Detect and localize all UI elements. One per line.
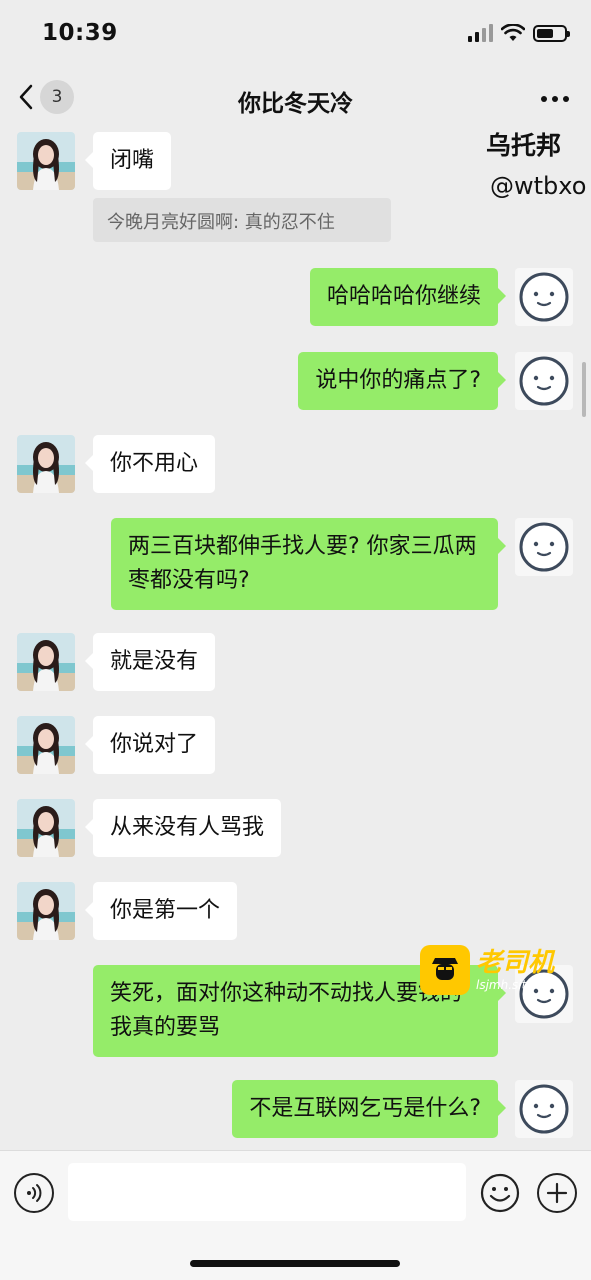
my-avatar[interactable]: [515, 518, 573, 576]
home-indicator[interactable]: [190, 1260, 400, 1267]
battery-icon: [533, 24, 570, 42]
message-input[interactable]: [68, 1163, 466, 1221]
message-bubble-received[interactable]: 你是第一个: [84, 882, 238, 940]
chat-title: 你比冬天冷: [238, 91, 353, 117]
more-icon: [541, 96, 547, 102]
contact-avatar[interactable]: [17, 435, 75, 493]
more-icon-dot: [563, 96, 569, 102]
plus-button[interactable]: [537, 1173, 577, 1213]
message-bubble-sent[interactable]: 不是互联网乞丐是什么?: [232, 1080, 506, 1138]
site-logo: 老司机 lsjmh.site: [420, 945, 554, 995]
cellular-signal-icon: [468, 24, 493, 42]
contact-avatar[interactable]: [17, 716, 75, 774]
contact-photo-icon: [17, 716, 75, 774]
contact-photo-icon: [17, 132, 75, 190]
smiley-avatar-icon: [519, 522, 569, 572]
voice-icon: [27, 1184, 42, 1202]
contact-avatar[interactable]: [17, 882, 75, 940]
smiley-avatar-icon: [519, 1084, 569, 1134]
driver-logo-icon: [420, 945, 470, 995]
message-bubble-received[interactable]: 闭嘴: [84, 132, 172, 190]
watermark-handle: @wtbxo: [490, 172, 587, 200]
contact-photo-icon: [17, 882, 75, 940]
smiley-avatar-icon: [519, 356, 569, 406]
logo-main-text: 老司机: [476, 948, 555, 978]
status-time: 10:39: [42, 20, 118, 46]
my-avatar[interactable]: [515, 352, 573, 410]
contact-avatar[interactable]: [17, 799, 75, 857]
scrollbar[interactable]: [582, 362, 586, 417]
emoji-icon[interactable]: [480, 1173, 520, 1213]
battery-level: [537, 28, 553, 38]
my-avatar[interactable]: [515, 1080, 573, 1138]
status-bar: 10:39: [0, 0, 591, 70]
smiley-avatar-icon: [519, 272, 569, 322]
contact-photo-icon: [17, 799, 75, 857]
message-bubble-sent[interactable]: 说中你的痛点了?: [298, 352, 506, 410]
driver-face-icon: [432, 958, 458, 980]
contact-avatar[interactable]: [17, 633, 75, 691]
plus-icon: [546, 1182, 568, 1204]
watermark-name: 乌托邦: [486, 131, 562, 160]
logo-text: 老司机 lsjmh.site: [476, 948, 554, 992]
more-button[interactable]: [541, 96, 569, 102]
contact-photo-icon: [17, 435, 75, 493]
message-bubble-received[interactable]: 从来没有人骂我: [84, 799, 282, 857]
message-bubble-sent[interactable]: 两三百块都伸手找人要? 你家三瓜两枣都没有吗?: [111, 518, 506, 610]
status-icons: [468, 24, 570, 42]
message-bubble-received[interactable]: 你不用心: [84, 435, 216, 493]
more-icon-dot: [552, 96, 558, 102]
quoted-message[interactable]: 今晚月亮好圆啊: 真的忍不住: [93, 198, 391, 242]
logo-sub-text: lsjmh.site: [476, 978, 534, 992]
contact-photo-icon: [17, 633, 75, 691]
message-bubble-received[interactable]: 就是没有: [84, 633, 216, 691]
contact-avatar[interactable]: [17, 132, 75, 190]
wifi-icon: [501, 24, 525, 41]
message-bubble-received[interactable]: 你说对了: [84, 716, 216, 774]
my-avatar[interactable]: [515, 268, 573, 326]
message-bubble-sent[interactable]: 哈哈哈哈你继续: [309, 268, 507, 326]
voice-button[interactable]: [14, 1173, 54, 1213]
chat-header: 3 你比冬天冷: [0, 70, 591, 130]
